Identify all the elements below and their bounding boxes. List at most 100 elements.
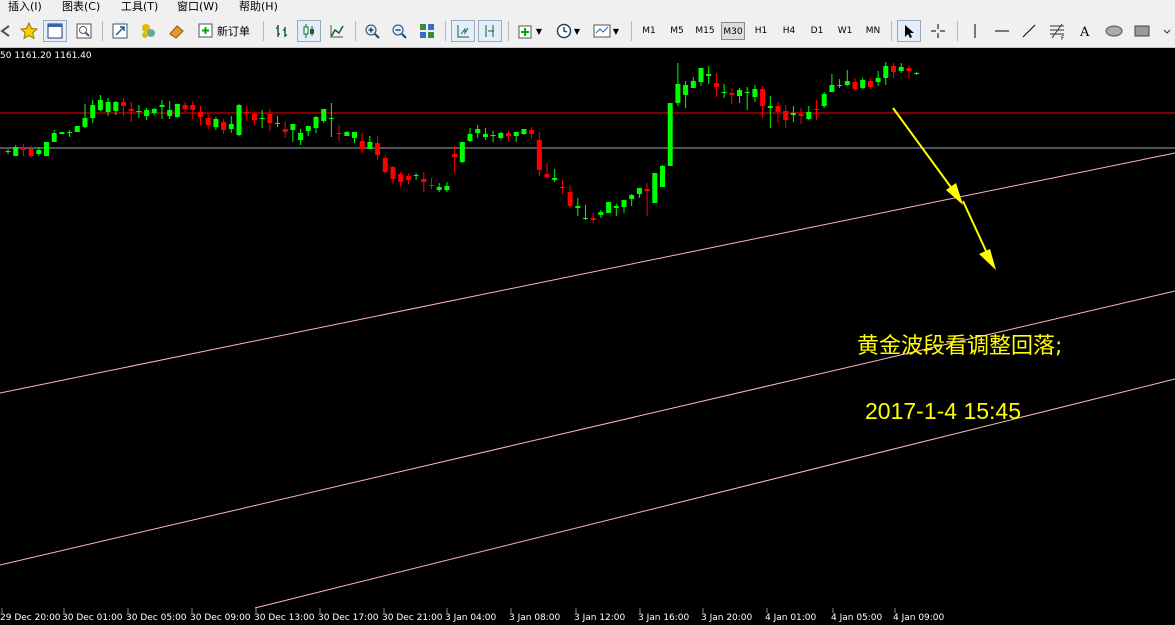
templates-dropdown[interactable]: ▼ (589, 20, 623, 42)
timeframe-d1[interactable]: D1 (805, 22, 829, 40)
candle-body (128, 109, 134, 111)
zoom-in-icon[interactable] (360, 20, 384, 42)
annotation-date: 2017-1-4 15:45 (865, 398, 1022, 424)
timeframe-m15[interactable]: M15 (693, 22, 717, 40)
candle-body (706, 74, 712, 76)
vertical-line-icon[interactable] (963, 20, 987, 42)
x-axis-label: 30 Dec 17:00 (318, 613, 379, 623)
forecast-arrowhead-1 (946, 183, 963, 205)
x-axis-label: 3 Jan 16:00 (638, 613, 690, 623)
timeframe-h1[interactable]: H1 (749, 22, 773, 40)
chart-shift-icon[interactable] (478, 20, 502, 42)
candle-body (113, 102, 119, 111)
more-tools-icon[interactable] (1158, 20, 1175, 42)
timeframe-m5[interactable]: M5 (665, 22, 689, 40)
template-icon (593, 24, 611, 38)
menu-help[interactable]: 帮助(H) (239, 0, 278, 14)
trendline-icon[interactable] (1017, 20, 1041, 42)
candle-body (914, 73, 920, 74)
menu-bar: 插入(I) 图表(C) 工具(T) 窗口(W) 帮助(H) (0, 0, 1175, 14)
candle-body (36, 150, 42, 154)
indicators-dropdown[interactable]: ▼ (513, 20, 547, 42)
zoom-out-icon[interactable] (387, 20, 411, 42)
trend-channel-lower (254, 378, 1175, 609)
candle-body (282, 129, 288, 132)
candle-body (760, 89, 766, 106)
menu-insert[interactable]: 插入(I) (8, 0, 42, 14)
accounts-icon[interactable] (136, 20, 160, 42)
candle-body (860, 80, 866, 88)
candle-body (213, 119, 219, 127)
candle-body (667, 103, 673, 166)
x-axis-label: 4 Jan 09:00 (893, 613, 945, 623)
candle-body (467, 134, 473, 141)
candle-body (652, 173, 658, 203)
clock-icon (556, 23, 572, 39)
eraser-icon[interactable] (164, 20, 188, 42)
x-axis-label: 29 Dec 20:00 (0, 613, 61, 623)
candle-body (413, 175, 419, 176)
expand-icon[interactable] (108, 20, 132, 42)
cursor-icon[interactable] (897, 20, 921, 42)
price-chart[interactable]: 29 Dec 20:00 30 Dec 01:00 30 Dec 05:00 30 D… (0, 48, 1175, 625)
candle-body (744, 92, 750, 93)
zoom-chart-icon[interactable] (72, 20, 96, 42)
x-axis-label: 4 Jan 05:00 (831, 613, 883, 623)
candle-body (105, 102, 111, 112)
candle-body (690, 81, 696, 88)
candle-body (228, 124, 234, 129)
candle-body (629, 195, 635, 199)
menu-tools[interactable]: 工具(T) (121, 0, 158, 14)
horizontal-line-icon[interactable] (990, 20, 1014, 42)
menu-window[interactable]: 窗口(W) (177, 0, 218, 14)
candle-body (121, 102, 126, 106)
auto-scroll-icon[interactable] (451, 20, 475, 42)
timeframe-m30[interactable]: M30 (721, 22, 745, 40)
candle-body (598, 212, 604, 215)
candle-body (20, 147, 26, 150)
timeframe-m1[interactable]: M1 (637, 22, 661, 40)
tile-windows-icon[interactable] (415, 20, 439, 42)
bar-chart-icon[interactable] (270, 20, 294, 42)
periodicity-dropdown[interactable]: ▼ (551, 20, 585, 42)
candle-body (837, 85, 843, 86)
candle-body (390, 167, 396, 179)
candle-body (475, 129, 481, 133)
toolbar: 新订单 ▼ ▼ ▼ M1 M5 M15 M30 H1 H4 D1 W1 MN F… (0, 14, 1175, 48)
crosshair-icon[interactable] (926, 20, 950, 42)
timeframe-w1[interactable]: W1 (833, 22, 857, 40)
candle-body (421, 179, 427, 182)
candlestick-icon[interactable] (297, 20, 321, 42)
price-info: 50 1161.20 1161.40 (0, 51, 92, 61)
candle-body (13, 147, 19, 156)
x-axis-label: 3 Jan 20:00 (701, 613, 753, 623)
candle-body (144, 110, 150, 116)
chart-window-icon[interactable] (43, 20, 67, 42)
candle-body (506, 133, 511, 136)
rectangle-icon[interactable] (1130, 20, 1154, 42)
arrow-left-icon[interactable] (0, 20, 14, 42)
x-axis-label: 30 Dec 05:00 (126, 613, 187, 623)
candle-body (636, 188, 642, 194)
candle-body (159, 105, 165, 107)
new-order-button[interactable]: 新订单 (193, 20, 255, 42)
ellipse-icon[interactable] (1102, 20, 1126, 42)
x-axis-label: 30 Dec 21:00 (382, 613, 443, 623)
menu-charts[interactable]: 图表(C) (62, 0, 100, 14)
candle-body (459, 142, 465, 162)
new-order-icon (198, 23, 213, 38)
candle-body (513, 132, 519, 136)
timeframe-h4[interactable]: H4 (777, 22, 801, 40)
candle-body (244, 112, 250, 113)
candle-body (498, 133, 504, 138)
candle-body (290, 124, 296, 130)
candle-body (867, 81, 873, 87)
fibonacci-icon[interactable]: F (1045, 20, 1069, 42)
candle-body (814, 109, 819, 110)
text-label-icon[interactable]: A (1073, 20, 1097, 42)
favorites-star-icon[interactable] (18, 20, 40, 42)
candle-body (875, 78, 881, 82)
line-chart-icon[interactable] (325, 20, 349, 42)
candle-body (375, 143, 381, 155)
timeframe-mn[interactable]: MN (861, 22, 885, 40)
